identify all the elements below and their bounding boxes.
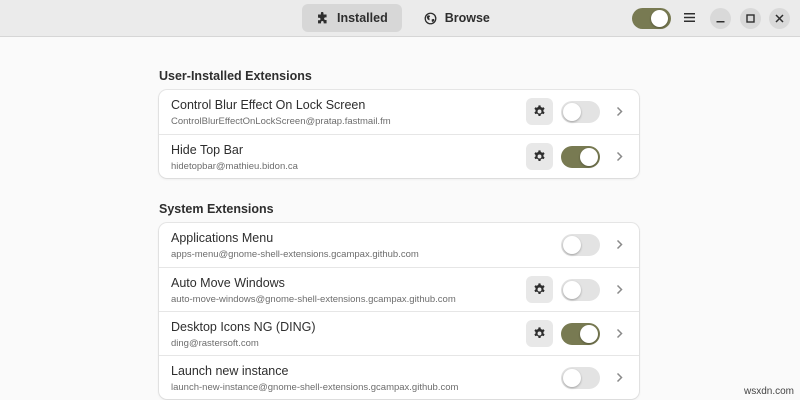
extension-name: Hide Top Bar: [171, 143, 244, 157]
toggle-knob: [563, 103, 581, 121]
section-title-system: System Extensions: [159, 202, 274, 216]
chevron-right-icon[interactable]: [616, 328, 623, 339]
extension-name: Launch new instance: [171, 364, 289, 378]
chevron-right-icon[interactable]: [616, 284, 623, 295]
hamburger-menu-icon: [683, 9, 695, 27]
list-item[interactable]: Hide Top Bar hidetopbar@mathieu.bidon.ca: [159, 134, 639, 178]
gear-icon: [533, 327, 546, 340]
close-icon: [775, 14, 784, 23]
view-switcher: Installed Browse: [302, 4, 504, 32]
extension-toggle[interactable]: [561, 323, 600, 345]
tab-browse[interactable]: Browse: [410, 4, 504, 32]
list-item[interactable]: Applications Menu apps-menu@gnome-shell-…: [159, 223, 639, 267]
list-item[interactable]: Auto Move Windows auto-move-windows@gnom…: [159, 267, 639, 311]
extension-toggle[interactable]: [561, 279, 600, 301]
chevron-right-icon[interactable]: [616, 106, 623, 117]
maximize-button[interactable]: [740, 8, 761, 29]
toggle-knob: [580, 325, 598, 343]
extension-name: Desktop Icons NG (DING): [171, 320, 316, 334]
chevron-right-icon[interactable]: [616, 239, 623, 250]
globe-icon: [424, 12, 437, 25]
toggle-knob: [563, 236, 581, 254]
extension-uuid: ding@rastersoft.com: [171, 338, 259, 349]
extension-uuid: auto-move-windows@gnome-shell-extensions…: [171, 294, 456, 305]
watermark: wsxdn.com: [743, 386, 794, 397]
settings-button[interactable]: [526, 143, 553, 170]
user-extensions-list: Control Blur Effect On Lock Screen Contr…: [159, 90, 639, 178]
extension-toggle[interactable]: [561, 234, 600, 256]
gear-icon: [533, 150, 546, 163]
minimize-button[interactable]: [710, 8, 731, 29]
settings-button[interactable]: [526, 276, 553, 303]
settings-button[interactable]: [526, 98, 553, 125]
section-title-user-installed: User-Installed Extensions: [159, 69, 312, 83]
header-bar: Installed Browse: [0, 0, 800, 37]
tab-browse-label: Browse: [444, 11, 490, 25]
extensions-global-toggle[interactable]: [632, 8, 671, 29]
gear-icon: [533, 283, 546, 296]
extension-uuid: apps-menu@gnome-shell-extensions.gcampax…: [171, 249, 419, 260]
toggle-knob: [563, 369, 581, 387]
main-menu-button[interactable]: [680, 9, 698, 27]
extension-name: Control Blur Effect On Lock Screen: [171, 98, 366, 112]
toggle-knob: [651, 10, 668, 27]
toggle-knob: [563, 281, 581, 299]
maximize-icon: [746, 14, 755, 23]
extension-name: Applications Menu: [171, 231, 274, 245]
puzzle-piece-icon: [316, 11, 329, 25]
list-item[interactable]: Control Blur Effect On Lock Screen Contr…: [159, 90, 639, 134]
close-button[interactable]: [769, 8, 790, 29]
extension-uuid: hidetopbar@mathieu.bidon.ca: [171, 161, 298, 172]
settings-button[interactable]: [526, 320, 553, 347]
chevron-right-icon[interactable]: [616, 372, 623, 383]
extension-toggle[interactable]: [561, 101, 600, 123]
toggle-knob: [580, 148, 598, 166]
extension-name: Auto Move Windows: [171, 276, 285, 290]
gear-icon: [533, 105, 546, 118]
extension-toggle[interactable]: [561, 367, 600, 389]
list-item[interactable]: Desktop Icons NG (DING) ding@rastersoft.…: [159, 311, 639, 355]
extension-uuid: ControlBlurEffectOnLockScreen@pratap.fas…: [171, 116, 391, 127]
system-extensions-list: Applications Menu apps-menu@gnome-shell-…: [159, 223, 639, 399]
extension-toggle[interactable]: [561, 146, 600, 168]
list-item[interactable]: Launch new instance launch-new-instance@…: [159, 355, 639, 399]
extension-uuid: launch-new-instance@gnome-shell-extensio…: [171, 382, 459, 393]
tab-installed-label: Installed: [337, 11, 388, 25]
minimize-icon: [716, 14, 725, 23]
chevron-right-icon[interactable]: [616, 151, 623, 162]
tab-installed[interactable]: Installed: [302, 4, 402, 32]
